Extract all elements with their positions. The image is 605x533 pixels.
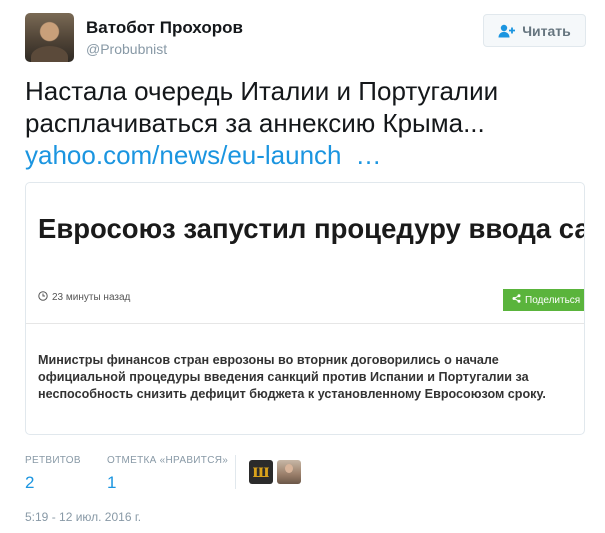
card-divider (26, 323, 584, 324)
card-time-text: 23 минуты назад (52, 292, 131, 303)
tweet-link[interactable]: yahoo.com/news/eu-launch … (25, 139, 590, 171)
likes-label: ОТМЕТКА «НРАВИТСЯ» (107, 455, 229, 466)
follow-button-label: Читать (522, 22, 571, 39)
author-avatar[interactable] (25, 13, 74, 62)
tweet-body: Настала очередь Италии и Португалии расп… (25, 76, 499, 138)
author-handle[interactable]: @Probubnist (86, 41, 167, 57)
follow-button[interactable]: Читать (483, 14, 586, 47)
share-icon (512, 294, 521, 306)
tweet-text: Настала очередь Италии и Португалии расп… (25, 75, 590, 171)
tweet-link-ellipsis: … (355, 140, 382, 170)
likes-stat[interactable]: ОТМЕТКА «НРАВИТСЯ» 1 (107, 455, 228, 493)
retweets-count: 2 (25, 473, 35, 492)
avatar-figure (31, 46, 68, 62)
retweets-stat[interactable]: РЕТВИТОВ 2 (25, 455, 81, 493)
clock-icon (38, 291, 48, 304)
liker-avatar-photo[interactable] (277, 460, 301, 484)
likes-count: 1 (107, 473, 117, 492)
follow-user-icon (498, 24, 516, 38)
card-title: Евросоюз запустил процедуру ввода санкци… (38, 213, 584, 244)
card-description: Министры финансов стран еврозоны во втор… (38, 353, 546, 401)
stats-divider (235, 455, 236, 489)
card-time: 23 минуты назад (38, 291, 130, 304)
retweets-label: РЕТВИТОВ (25, 455, 81, 466)
link-card[interactable]: Евросоюз запустил процедуру ввода санкци… (25, 182, 585, 435)
tweet-link-text: yahoo.com/news/eu-launch (25, 140, 342, 170)
share-button-label: Поделиться (525, 294, 581, 306)
share-button[interactable]: Поделиться (503, 289, 584, 311)
author-display-name[interactable]: Ватобот Прохоров (86, 18, 243, 38)
liker-avatar-logo[interactable]: ш (249, 460, 273, 484)
tweet-timestamp[interactable]: 5:19 - 12 июл. 2016 г. (25, 510, 141, 524)
